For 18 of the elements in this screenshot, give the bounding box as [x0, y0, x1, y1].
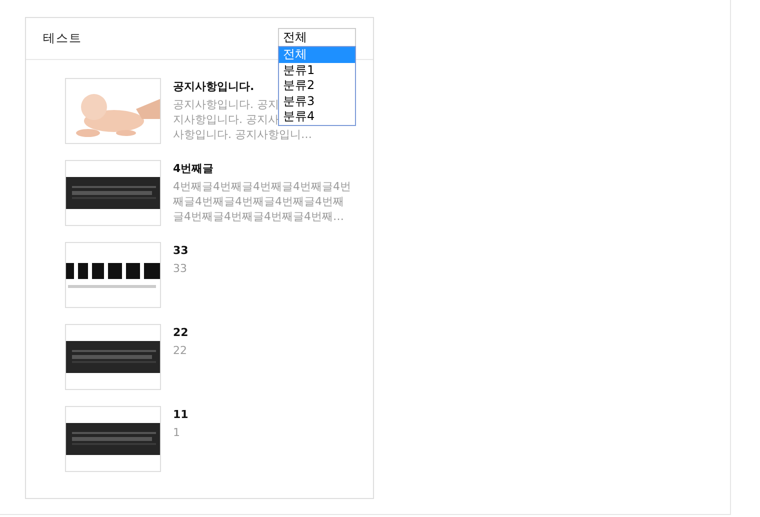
dropdown-option[interactable]: 분류2	[279, 78, 355, 94]
post-title[interactable]: 22	[173, 326, 188, 340]
post-excerpt: 1	[173, 425, 180, 440]
dropdown-option[interactable]: 분류3	[279, 94, 355, 109]
post-title[interactable]: 33	[173, 244, 188, 258]
post-excerpt: 33	[173, 261, 187, 276]
post-excerpt: 글4번째글4번째글4번째글4번째…	[173, 209, 344, 224]
post-title[interactable]: 11	[173, 408, 188, 422]
post-excerpt: 22	[173, 343, 187, 358]
post-title[interactable]: 4번째글	[173, 162, 351, 176]
post-excerpt: 4번째글4번째글4번째글4번째글4번	[173, 179, 351, 194]
dropdown-option[interactable]: 분류4	[279, 109, 355, 124]
post-excerpt: 지사항입니다. 공지사	[173, 112, 279, 127]
post-excerpt: 공지사항입니다. 공지	[173, 97, 279, 112]
board-title: 테스트	[43, 30, 82, 47]
dropdown-option[interactable]: 분류1	[279, 62, 355, 78]
post-excerpt: 째글4번째글4번째글4번째글4번째	[173, 194, 344, 209]
post-excerpt: 사항입니다. 공지사항입니…	[173, 127, 312, 142]
